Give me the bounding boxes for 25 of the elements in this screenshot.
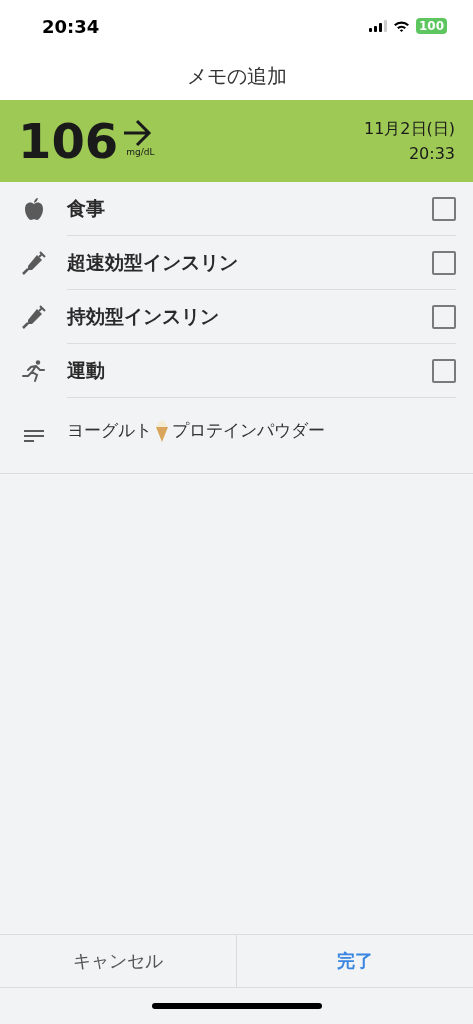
ice-cream-icon (154, 418, 170, 443)
runner-icon (22, 359, 46, 383)
syringe-icon (22, 251, 46, 275)
item-label: 食事 (67, 196, 105, 221)
checkbox[interactable] (432, 251, 456, 275)
reading-time: 20:33 (408, 144, 455, 163)
checkbox[interactable] (432, 359, 456, 383)
glucose-unit: mg/dL (126, 147, 155, 157)
checkbox[interactable] (432, 197, 456, 221)
screen-title: メモの追加 (186, 62, 287, 90)
item-label: 運動 (67, 358, 105, 383)
signal-icon (368, 20, 387, 32)
wifi-icon (392, 20, 410, 32)
apple-icon (22, 197, 46, 221)
checkbox[interactable] (432, 305, 456, 329)
notes-icon (22, 427, 46, 444)
item-label: 持効型インスリン (67, 304, 219, 329)
right-arrow-icon (122, 119, 153, 147)
note-field[interactable]: ヨーグルト プロテインパウダー (67, 418, 325, 443)
battery-level: 100 (415, 18, 447, 34)
status-time: 20:34 (42, 15, 100, 37)
reading-date: 11月2日(日) (363, 119, 455, 140)
item-label: 超速効型インスリン (67, 250, 238, 275)
glucose-value: 106 (18, 113, 119, 169)
syringe-icon (22, 305, 46, 329)
